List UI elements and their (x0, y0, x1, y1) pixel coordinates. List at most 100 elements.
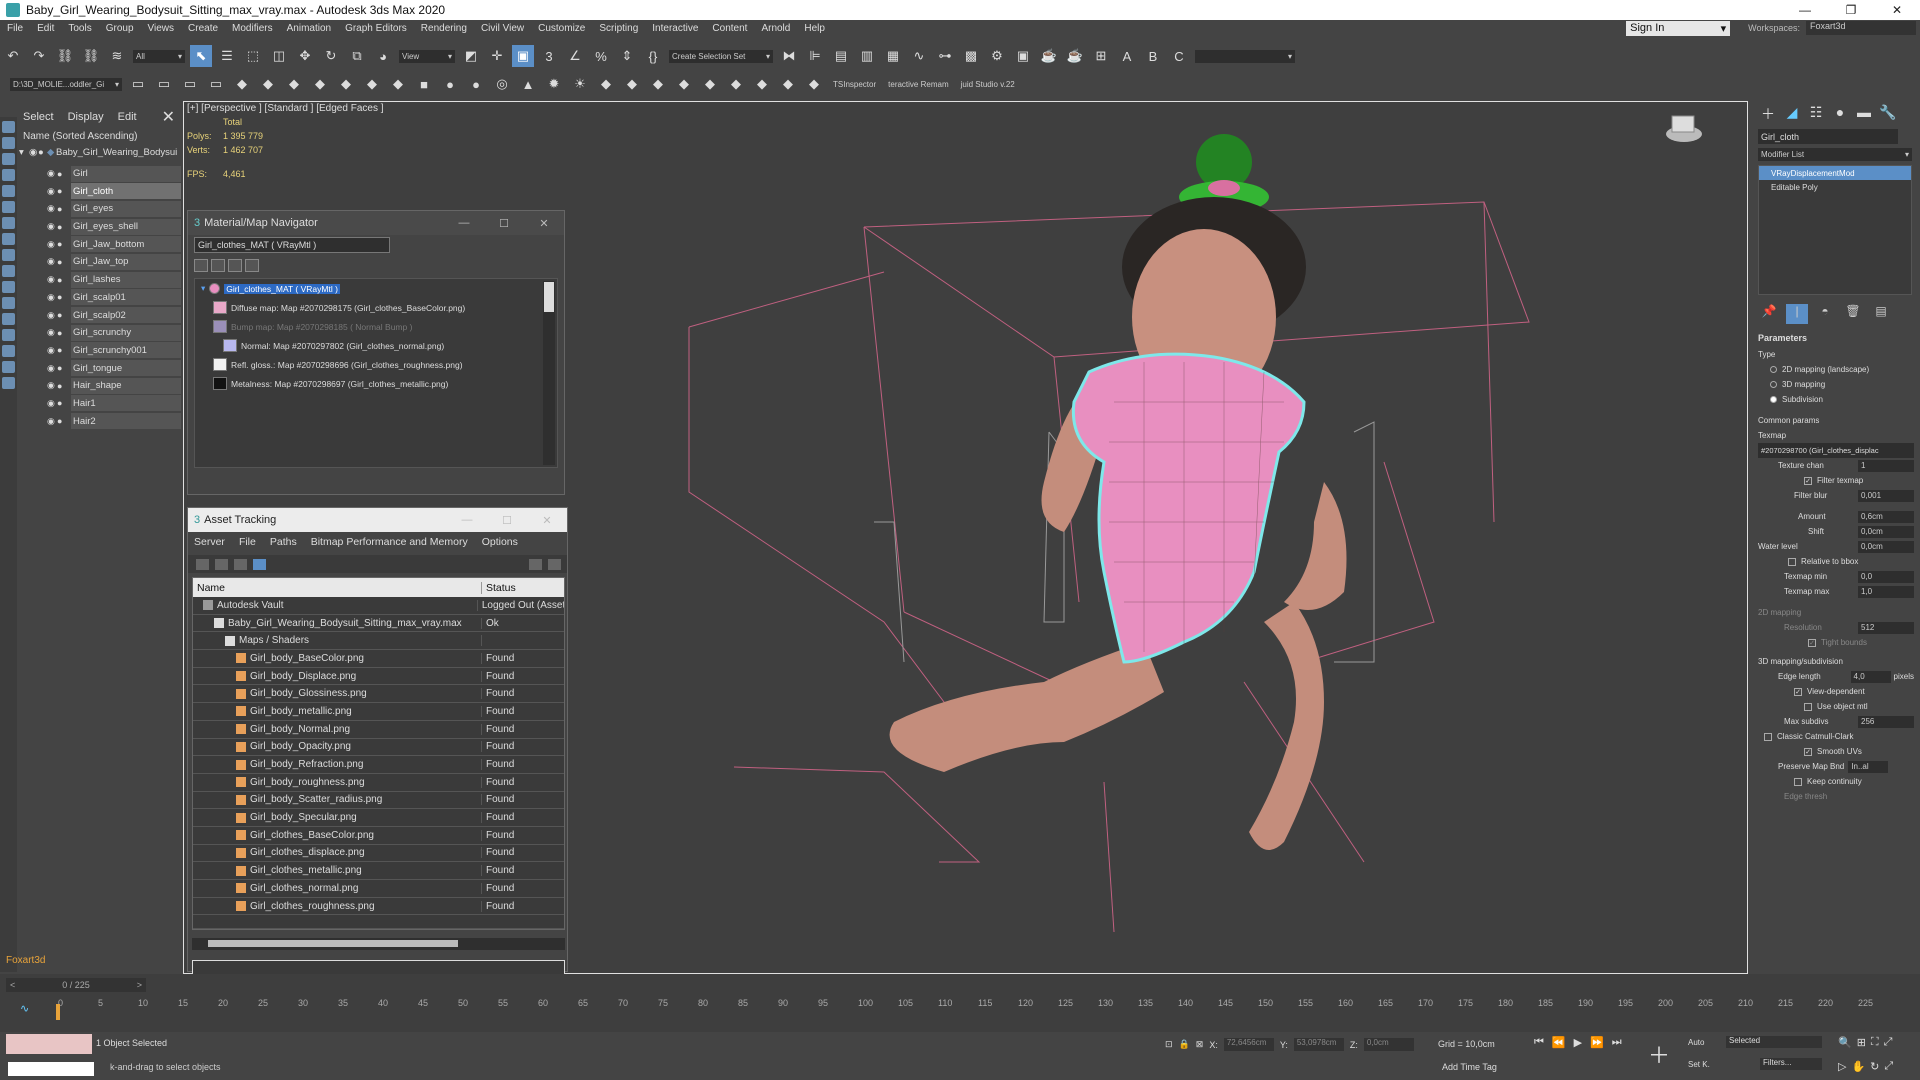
text-icon[interactable]: A (1116, 45, 1138, 67)
max-subdivs-field[interactable]: 256 (1858, 715, 1914, 728)
menu-bitmap-performance[interactable]: Bitmap Performance and Memory (311, 536, 468, 548)
table-row[interactable]: Girl_body_Opacity.png Found (193, 739, 564, 757)
water-level-field[interactable]: 0,0cm (1858, 540, 1914, 553)
table-row[interactable]: Girl_body_Scatter_radius.png Found (193, 792, 564, 810)
material-tree-scrollbar[interactable] (543, 281, 555, 465)
maximize-button[interactable]: ☐ (487, 514, 527, 527)
spinner-snap-icon[interactable]: ⇕ (616, 45, 638, 67)
eye-icon[interactable]: ◉ (47, 292, 57, 303)
maxscript-listener[interactable] (6, 1034, 92, 1054)
menu-interactive[interactable]: Interactive (645, 23, 705, 34)
set-project-icon[interactable]: ▭ (127, 73, 149, 95)
pivot-center-icon[interactable]: ◩ (460, 45, 482, 67)
asset-tracking-titlebar[interactable]: 3 Asset Tracking — ☐ ✕ (188, 508, 567, 532)
maximize-button[interactable]: ☐ (484, 217, 524, 230)
scene-item-girl-eyes-shell[interactable]: ◉ ● Girl_eyes_shell (17, 218, 183, 236)
select-manipulate-icon[interactable]: ✛ (486, 45, 508, 67)
mirror-icon[interactable]: ⧓ (778, 45, 800, 67)
smooth-uvs-checkbox[interactable]: ✓ (1804, 747, 1812, 756)
scene-item-girl-tongue[interactable]: ◉ ● Girl_tongue (17, 359, 183, 377)
align-icon[interactable]: ⊫ (804, 45, 826, 67)
parameters-title[interactable]: Parameters (1758, 333, 1914, 343)
eye-icon[interactable]: ◉ (47, 310, 57, 321)
scale-icon[interactable]: ⧉ (346, 45, 368, 67)
project-path-field[interactable]: D:\3D_MOLIE...oddler_Gi ▾ (10, 77, 122, 91)
minimize-button[interactable]: — (1782, 3, 1828, 17)
asset-hscrollbar[interactable] (192, 938, 565, 951)
menu-content[interactable]: Content (705, 23, 754, 34)
filter-hidden-icon[interactable] (2, 297, 15, 309)
freeze-icon[interactable]: ● (57, 204, 65, 214)
save-icon[interactable]: ▭ (179, 73, 201, 95)
scrollbar-thumb[interactable] (208, 940, 458, 948)
auto-key-button[interactable]: Auto (1688, 1038, 1704, 1047)
go-to-start-icon[interactable]: ⏮ (1534, 1036, 1544, 1049)
render-frame-icon[interactable]: ▣ (1012, 45, 1034, 67)
table-row[interactable]: Girl_body_Refraction.png Found (193, 756, 564, 774)
tool-15-icon[interactable]: ◆ (777, 73, 799, 95)
freeze-icon[interactable]: ● (57, 257, 65, 267)
tool-12-icon[interactable]: ◆ (699, 73, 721, 95)
shift-field[interactable]: 0,0cm (1858, 525, 1914, 538)
table-row[interactable]: Maps / Shaders (193, 632, 564, 651)
filter-shapes-icon[interactable] (2, 137, 15, 149)
rotate-icon[interactable]: ↻ (320, 45, 342, 67)
eye-icon[interactable]: ◉ (47, 239, 57, 250)
menu-arnold[interactable]: Arnold (754, 23, 797, 34)
texmap-button[interactable]: #2070298700 (Girl_clothes_displac (1758, 443, 1914, 458)
pan-icon[interactable]: ✋ (1851, 1060, 1865, 1073)
sun-icon[interactable]: ☀ (569, 73, 591, 95)
map-row[interactable]: Bump map: Map #2070298185 ( Normal Bump … (195, 317, 557, 336)
key-filter-dropdown[interactable]: Selected (1726, 1036, 1822, 1048)
menu-tools[interactable]: Tools (61, 23, 98, 34)
tool-8-icon[interactable]: ◆ (595, 73, 617, 95)
filter-all-icon[interactable] (2, 313, 15, 325)
toggle-ribbon-icon[interactable]: ▥ (856, 45, 878, 67)
percent-snap-icon[interactable]: % (590, 45, 612, 67)
menu-file[interactable]: File (0, 23, 30, 34)
key-filters-button[interactable]: Filters... (1760, 1058, 1822, 1070)
table-row[interactable]: Girl_body_Normal.png Found (193, 721, 564, 739)
menu-paths[interactable]: Paths (270, 536, 297, 548)
preserve-map-dropdown[interactable]: In..al (1848, 760, 1889, 773)
layer-toggle-icon[interactable] (2, 377, 15, 389)
map-row[interactable]: Refl. gloss.: Map #2070298696 (Girl_clot… (195, 355, 557, 374)
named-selection-dropdown[interactable]: Create Selection Set ▾ (669, 49, 773, 63)
table-row[interactable]: Girl_body_Displace.png Found (193, 668, 564, 686)
render-setup-icon[interactable]: ⚙ (986, 45, 1008, 67)
box-icon[interactable]: ■ (413, 73, 435, 95)
bevel-icon[interactable]: B (1142, 45, 1164, 67)
extra-dropdown[interactable]: ▾ (1195, 49, 1295, 63)
curve-editor-mini-icon[interactable]: ∿ (20, 1002, 29, 1015)
minimize-button[interactable]: — (444, 217, 484, 230)
x-field[interactable]: 72,6456cm (1223, 1038, 1274, 1051)
cone-icon[interactable]: ▲ (517, 73, 539, 95)
use-object-mtl-checkbox[interactable] (1804, 702, 1812, 711)
freeze-icon[interactable]: ● (57, 363, 65, 373)
filter-helpers-icon[interactable] (2, 185, 15, 197)
maximize-viewport-icon[interactable]: ⤢ (1884, 1036, 1893, 1049)
play-icon[interactable]: ▶ (1574, 1036, 1582, 1049)
freeze-icon[interactable]: ● (57, 275, 65, 285)
make-unique-icon[interactable]: ◓ (1814, 304, 1836, 324)
resolution-field[interactable]: 512 (1858, 621, 1914, 634)
amount-field[interactable]: 0,6cm (1858, 510, 1914, 523)
menu-customize[interactable]: Customize (531, 23, 592, 34)
filter-invert-icon[interactable] (2, 345, 15, 357)
maximize-button[interactable]: ❐ (1828, 3, 1874, 17)
rect-selection-icon[interactable]: ⬚ (242, 45, 264, 67)
refresh-icon[interactable] (196, 558, 209, 570)
list-view-icon[interactable] (215, 558, 228, 570)
menu-rendering[interactable]: Rendering (414, 23, 474, 34)
map-row[interactable]: Normal: Map #2070297802 (Girl_clothes_no… (195, 336, 557, 355)
minimize-button[interactable]: — (447, 514, 487, 527)
object-name-field[interactable]: Girl_cloth (1758, 129, 1898, 144)
freeze-icon[interactable]: ● (57, 239, 65, 249)
close-button[interactable]: ✕ (527, 514, 567, 527)
texture-chan-field[interactable]: 1 (1858, 459, 1914, 472)
eye-icon[interactable]: ◉ (47, 327, 57, 338)
maxscript-input[interactable] (8, 1062, 94, 1076)
expand-icon[interactable]: ▾ (19, 147, 29, 158)
interactive-rename-label[interactable]: teractive Remam (888, 80, 948, 89)
prev-key-icon[interactable]: ⏪ (1552, 1036, 1566, 1049)
